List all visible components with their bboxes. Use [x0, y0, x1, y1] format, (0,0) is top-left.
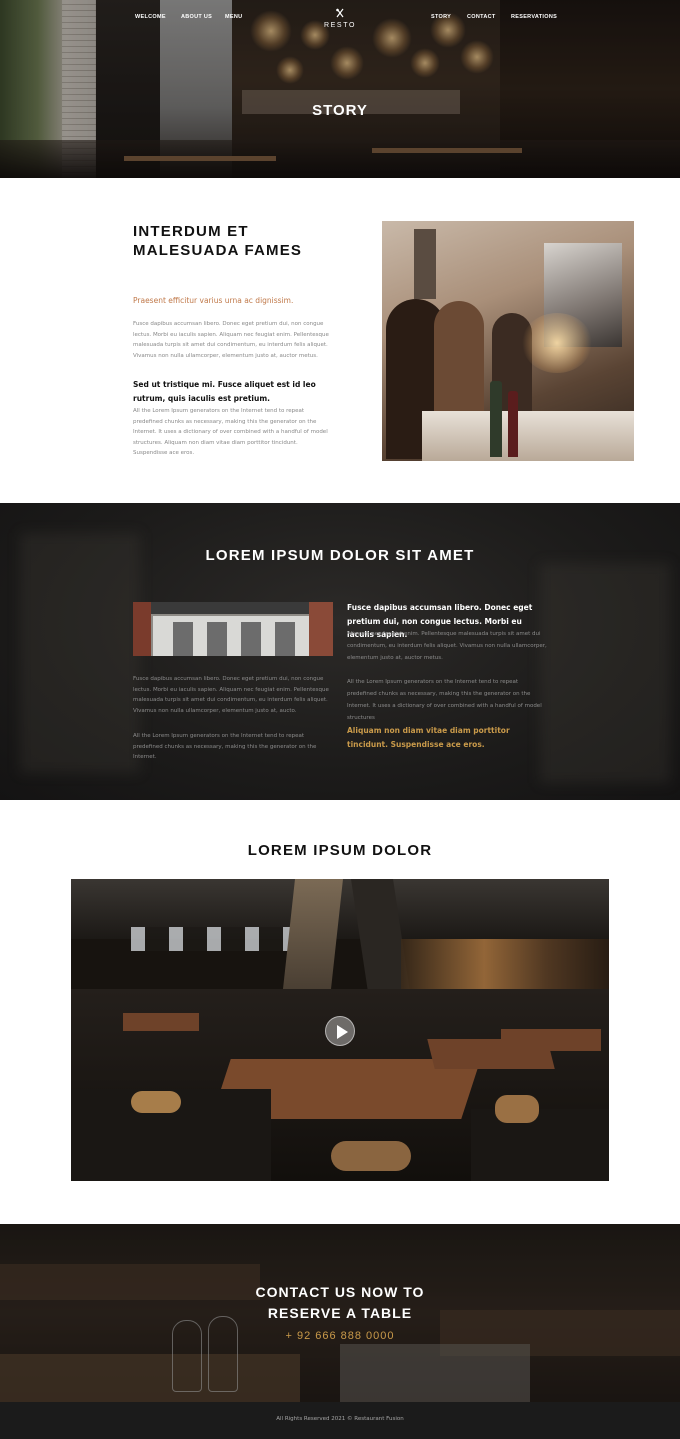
section1-subtitle: Praesent efficitur varius urna ac dignis…	[133, 296, 294, 305]
photo-candle-glow	[522, 313, 592, 373]
bg-blur-shape	[20, 533, 140, 773]
video-pillow	[131, 1091, 181, 1113]
nav-link-contact[interactable]: CONTACT	[467, 14, 496, 20]
video-table	[123, 1013, 199, 1031]
fork-knife-icon	[318, 8, 362, 21]
site-footer: All Rights Reserved 2021 © Restaurant Fu…	[0, 1402, 680, 1439]
play-button[interactable]	[325, 1016, 355, 1046]
storefront-photo	[133, 602, 333, 656]
logo-text: RESTO	[324, 22, 356, 29]
storefront-window	[207, 622, 227, 656]
nav-link-about-us[interactable]: ABOUT US	[181, 14, 212, 20]
page-title: STORY	[312, 102, 368, 119]
storefront-window	[173, 622, 193, 656]
storefront-brick-left	[133, 602, 151, 656]
storefront-window	[275, 622, 295, 656]
nav-link-menu[interactable]: MENU	[225, 14, 242, 20]
story-dark-section: LOREM IPSUM DOLOR SIT AMET Fusce dapibus…	[0, 503, 680, 800]
section2-left-paragraph: All the Lorem Ipsum generators on the In…	[133, 733, 317, 760]
nav-link-reservations[interactable]: RESERVATIONS	[511, 14, 557, 20]
photo-table	[422, 411, 634, 461]
restaurant-video[interactable]	[71, 879, 609, 1181]
storefront-window	[241, 622, 261, 656]
reservation-heading: CONTACT US NOW TO RESERVE A TABLE	[255, 1284, 425, 1321]
section1-heading: INTERDUM ET MALESUADA FAMES	[133, 223, 303, 259]
video-sofa	[471, 1109, 609, 1181]
nav-link-story[interactable]: STORY	[431, 14, 451, 20]
section2-heading: LOREM IPSUM DOLOR SIT AMET	[205, 547, 475, 564]
section2-left-paragraph: Fusce dapibus accumsan libero. Donec ege…	[133, 676, 329, 714]
bg-blur-shape	[540, 563, 670, 783]
play-icon	[337, 1025, 348, 1039]
reservation-banner: CONTACT US NOW TO RESERVE A TABLE + 92 6…	[0, 1224, 680, 1402]
video-window-row	[131, 927, 291, 951]
section2-right-paragraph: Aliquam nec feugiat enim. Pellentesque m…	[347, 631, 547, 661]
photo-frame-small	[414, 229, 436, 299]
video-pillow	[331, 1141, 411, 1171]
section2-right-paragraph: All the Lorem Ipsum generators on the In…	[347, 679, 542, 721]
section1-paragraph: All the Lorem Ipsum generators on the In…	[133, 408, 328, 456]
photo-bottle	[508, 391, 518, 457]
site-logo[interactable]: RESTO	[318, 8, 362, 30]
storefront-balcony	[151, 602, 309, 614]
video-wine-wall	[401, 939, 609, 989]
section1-bold-text: Sed ut tristique mi. Fusce aliquet est i…	[133, 380, 316, 403]
section2-highlight-text: Aliquam non diam vitae diam porttitor ti…	[347, 726, 510, 749]
storefront-brick-right	[309, 602, 333, 656]
video-pillow	[495, 1095, 539, 1123]
video-table	[501, 1029, 601, 1051]
section3-heading: LOREM IPSUM DOLOR	[247, 842, 433, 859]
section1-paragraph: Fusce dapibus accumsan libero. Donec ege…	[133, 321, 329, 359]
nav-link-welcome[interactable]: WELCOME	[135, 14, 166, 20]
phone-link[interactable]: + 92 666 888 0000	[0, 1330, 680, 1342]
photo-bottle	[490, 381, 502, 457]
hero-banner: WELCOME ABOUT US MENU STORY CONTACT RESE…	[0, 0, 680, 178]
copyright-text: All Rights Reserved 2021 © Restaurant Fu…	[276, 1416, 404, 1422]
dinner-party-photo	[382, 221, 634, 461]
